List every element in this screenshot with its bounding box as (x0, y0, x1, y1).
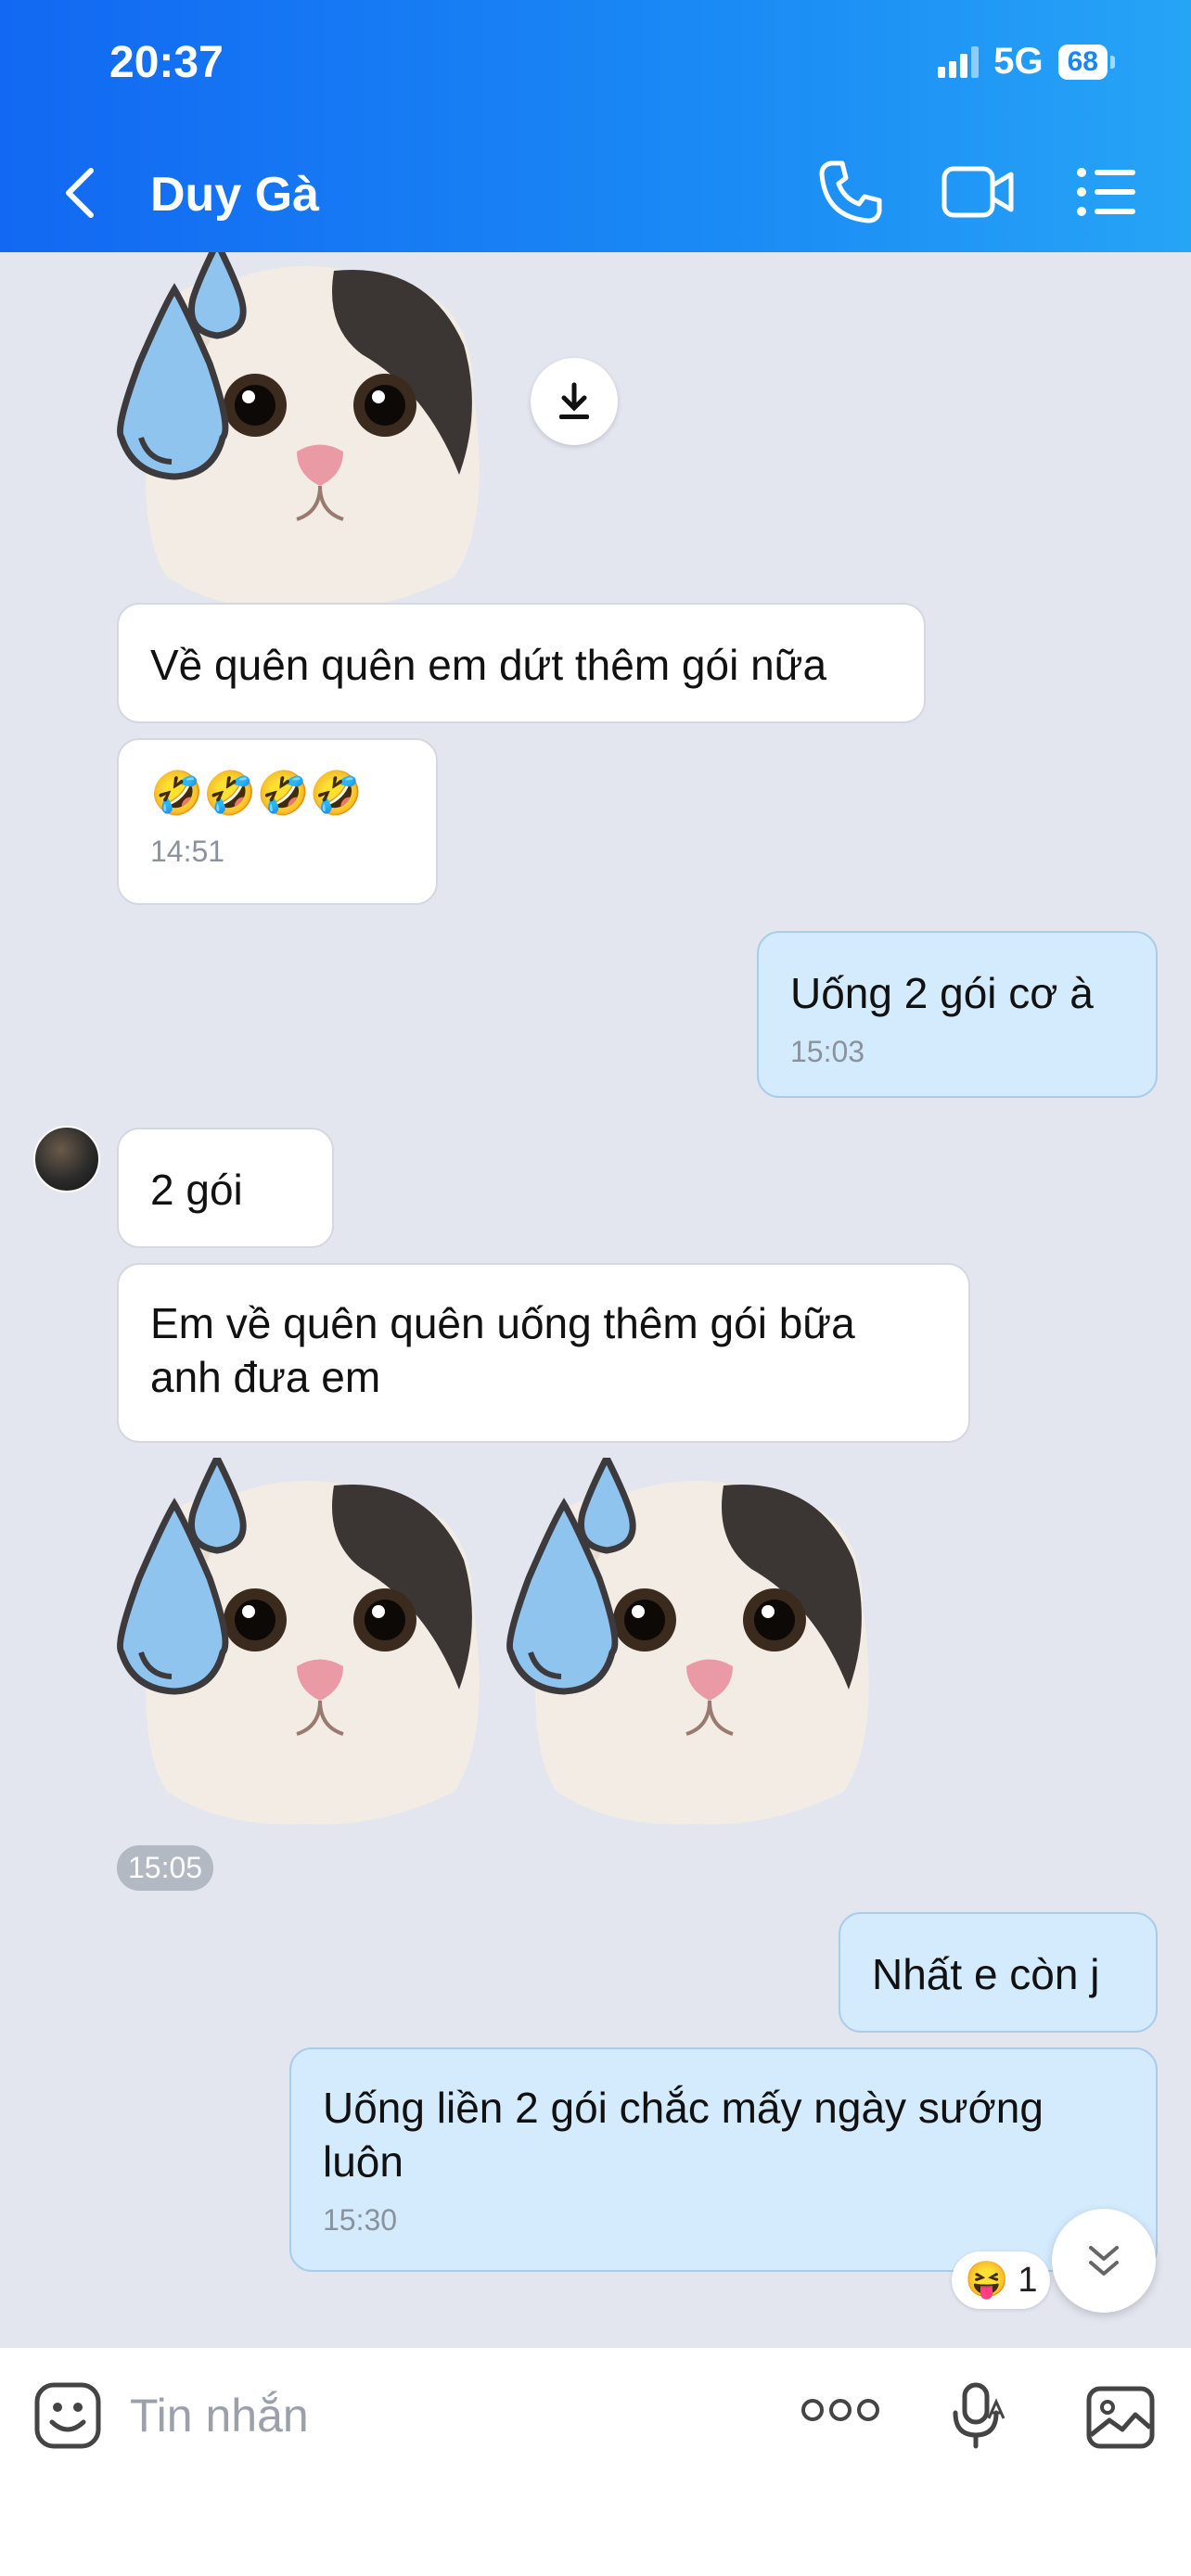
message-text: 2 gói (150, 1166, 243, 1214)
status-indicators: 5G 68 (938, 41, 1116, 83)
contact-name[interactable]: Duy Gà (150, 167, 319, 223)
scroll-to-bottom-button[interactable] (1052, 2209, 1156, 2313)
message-time: 15:03 (790, 1035, 865, 1068)
message-outgoing[interactable]: Uống 2 gói cơ à 15:03 (757, 931, 1158, 1098)
more-dots-icon[interactable] (801, 2396, 879, 2424)
message-time: 15:30 (323, 2203, 398, 2237)
reaction-emoji: 😝 (965, 2261, 1009, 2300)
message-text: Nhất e còn j (872, 1950, 1100, 1998)
cat-sticker[interactable] (117, 1458, 495, 1829)
message-text: Em về quên quên uống thêm gói bữa anh đư… (150, 1299, 855, 1401)
video-camera-icon[interactable] (941, 158, 1015, 226)
cat-sticker[interactable] (506, 1458, 885, 1829)
message-incoming[interactable]: Về quên quên em dứt thêm gói nữa (117, 603, 926, 723)
message-list[interactable]: Về quên quên em dứt thêm gói nữa 🤣🤣🤣🤣 14… (0, 252, 1191, 2348)
message-incoming[interactable]: 🤣🤣🤣🤣 14:51 (117, 738, 438, 905)
message-text: Uống 2 gói cơ à (790, 969, 1094, 1017)
image-icon[interactable] (1085, 2385, 1156, 2450)
message-time: 14:51 (150, 835, 225, 868)
cat-sticker[interactable] (117, 252, 495, 614)
status-time: 20:37 (109, 38, 224, 87)
message-incoming[interactable]: Em về quên quên uống thêm gói bữa anh đư… (117, 1263, 970, 1443)
phone-icon[interactable] (816, 158, 885, 226)
message-text: 🤣🤣🤣🤣 (150, 769, 364, 817)
message-input[interactable] (130, 2374, 742, 2457)
menu-list-icon[interactable] (1074, 158, 1139, 226)
reaction-count: 1 (1018, 2260, 1038, 2300)
message-text: Về quên quên em dứt thêm gói nữa (150, 641, 827, 689)
sticker-face-icon[interactable] (33, 2381, 102, 2450)
signal-icon (938, 45, 980, 78)
chat-header: 20:37 5G 68 Duy Gà (0, 0, 1191, 252)
avatar[interactable] (33, 1126, 100, 1192)
voice-mic-icon[interactable] (948, 2381, 1007, 2450)
reaction-badge[interactable]: 😝 1 (952, 2251, 1051, 2309)
download-icon (559, 382, 589, 419)
battery-indicator: 68 (1057, 44, 1116, 80)
message-outgoing[interactable]: Uống liền 2 gói chắc mấy ngày sướng luôn… (289, 2047, 1158, 2272)
sticker-time: 15:05 (117, 1845, 214, 1891)
message-outgoing[interactable]: Nhất e còn j (839, 1912, 1158, 2033)
download-button[interactable] (531, 358, 618, 445)
message-incoming[interactable]: 2 gói (117, 1128, 334, 1248)
message-composer (0, 2348, 1191, 2576)
network-type: 5G (993, 41, 1044, 82)
back-arrow-icon[interactable] (59, 165, 100, 221)
chevron-down-icon (1089, 2246, 1119, 2276)
message-text: Uống liền 2 gói chắc mấy ngày sướng luôn (323, 2084, 1044, 2186)
